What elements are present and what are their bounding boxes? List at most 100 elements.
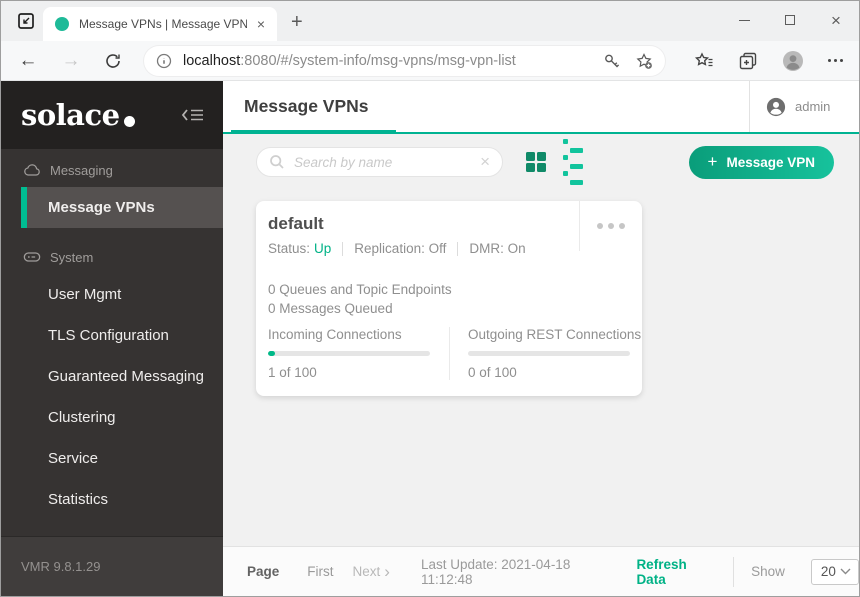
sidebar-item-user-mgmt[interactable]: User Mgmt <box>1 274 223 315</box>
page-header: Message VPNs admin <box>223 81 859 134</box>
maximize-button[interactable] <box>767 1 813 39</box>
broker-icon <box>23 252 41 262</box>
version-label: VMR 9.8.1.29 <box>21 559 101 574</box>
username-label: admin <box>795 99 831 114</box>
window-controls: × <box>721 1 859 39</box>
chevron-down-icon <box>840 568 851 575</box>
close-button[interactable]: × <box>813 1 859 39</box>
new-tab-button[interactable]: + <box>291 12 303 32</box>
browser-toolbar-icons <box>694 50 859 72</box>
forward-button: → <box>61 49 81 71</box>
divider <box>733 556 735 587</box>
next-page-button[interactable]: Next › <box>352 562 390 581</box>
incoming-connections-metric: Incoming Connections 1 of 100 <box>256 327 449 380</box>
search-icon <box>269 154 285 170</box>
solace-logo: solace <box>21 98 135 132</box>
list-view-icon[interactable] <box>563 139 583 185</box>
page-size-value: 20 <box>820 564 836 579</box>
nav-section-label: System <box>50 249 94 265</box>
back-button[interactable]: ← <box>18 50 38 72</box>
nav-section-label: Messaging <box>50 162 113 178</box>
dmr-label: DMR: On <box>469 241 526 256</box>
browser-tab-bar: Message VPNs | Message VPNs | × + × <box>1 1 859 41</box>
nav-section-messaging: Messaging <box>1 153 223 187</box>
minimize-button[interactable] <box>721 1 767 39</box>
sidebar-item-service[interactable]: Service <box>1 438 223 479</box>
sidebar-item-label: User Mgmt <box>48 286 122 303</box>
sidebar-item-tls-configuration[interactable]: TLS Configuration <box>1 315 223 356</box>
progress-bar <box>268 351 430 356</box>
first-page-button[interactable]: First <box>307 564 333 579</box>
sidebar-item-statistics[interactable]: Statistics <box>1 479 223 520</box>
sidebar-item-clustering[interactable]: Clustering <box>1 397 223 438</box>
tab-actions-menu-icon[interactable] <box>15 10 37 32</box>
show-label: Show <box>751 564 785 579</box>
vpn-card-default[interactable]: default Status: Up Replication: Off DMR:… <box>256 201 642 396</box>
sidebar-item-label: Clustering <box>48 409 116 426</box>
sidebar-version-footer: VMR 9.8.1.29 <box>1 536 223 596</box>
collapse-sidebar-icon[interactable] <box>181 106 205 124</box>
url-host: localhost <box>183 52 241 69</box>
grid-view-icon[interactable] <box>526 152 546 172</box>
add-message-vpn-button[interactable]: + Message VPN <box>688 145 834 179</box>
address-bar[interactable]: localhost:8080/#/system-info/msg-vpns/ms… <box>144 45 665 76</box>
page-label: Page <box>247 564 280 579</box>
refresh-data-link[interactable]: Refresh Data <box>636 557 706 587</box>
metric-label: Incoming Connections <box>268 327 402 342</box>
page-size-select[interactable]: 20 <box>810 558 859 585</box>
cloud-icon <box>24 164 40 176</box>
card-actions-menu-icon[interactable] <box>579 201 642 251</box>
profile-avatar-icon[interactable] <box>782 50 804 72</box>
sidebar-item-message-vpns[interactable]: Message VPNs <box>21 187 223 228</box>
password-key-icon[interactable] <box>603 52 621 70</box>
vpn-summary: 0 Queues and Topic Endpoints 0 Messages … <box>256 280 642 318</box>
browser-toolbar: ← → localhost:8080/#/system-info/msg-vpn… <box>1 41 859 81</box>
sidebar-logo-block: solace <box>1 81 223 149</box>
logo-dot <box>123 116 135 127</box>
sidebar: solace Messaging Message VPNs System Use… <box>1 81 223 596</box>
refresh-icon[interactable] <box>104 52 122 70</box>
main-panel: Message VPNs admin × <box>223 81 859 596</box>
vpn-metrics: Incoming Connections 1 of 100 Outgoing R… <box>256 327 642 380</box>
nav-section-system: System <box>1 240 223 274</box>
outgoing-rest-connections-metric: Outgoing REST Connections 0 of 100 <box>449 327 642 380</box>
status-label: Status: <box>268 241 311 256</box>
sidebar-item-guaranteed-messaging[interactable]: Guaranteed Messaging <box>1 356 223 397</box>
add-favorite-icon[interactable] <box>635 52 653 70</box>
site-info-icon[interactable] <box>156 53 172 69</box>
maximize-icon <box>785 15 795 25</box>
minimize-icon <box>738 19 750 21</box>
content-toolbar: × + Message VPN <box>256 139 859 185</box>
plus-icon: + <box>707 152 718 171</box>
clear-search-icon[interactable]: × <box>480 153 490 170</box>
url-path: :8080/#/system-info/msg-vpns/msg-vpn-lis… <box>240 52 516 69</box>
collections-icon[interactable] <box>738 51 758 71</box>
tab-close-icon[interactable]: × <box>253 16 269 32</box>
search-input[interactable] <box>294 154 481 170</box>
replication-label: Replication: Off <box>354 241 447 256</box>
settings-more-icon[interactable] <box>828 59 843 62</box>
tab-title: Message VPNs | Message VPNs | <box>79 17 247 31</box>
sidebar-item-label: Guaranteed Messaging <box>48 368 204 385</box>
content-area: × + Message VPN defaul <box>223 134 859 546</box>
search-box[interactable]: × <box>256 147 503 177</box>
divider <box>342 241 344 256</box>
sidebar-item-label: Message VPNs <box>48 199 155 216</box>
add-button-label: Message VPN <box>726 154 815 170</box>
pagination-footer: Page First Next › Last Update: 2021-04-1… <box>223 546 859 596</box>
next-label: Next <box>352 564 381 579</box>
user-menu[interactable]: admin <box>749 81 859 132</box>
sidebar-nav: Messaging Message VPNs System User Mgmt … <box>1 149 223 520</box>
messages-queued-count: 0 Messages Queued <box>268 301 393 316</box>
chevron-right-icon: › <box>384 562 390 581</box>
favorites-icon[interactable] <box>694 51 714 71</box>
metric-label: Outgoing REST Connections <box>468 327 642 342</box>
app-body: solace Messaging Message VPNs System Use… <box>1 81 859 596</box>
logo-text: solace <box>21 98 120 132</box>
browser-tab[interactable]: Message VPNs | Message VPNs | × <box>43 7 277 41</box>
metric-value: 1 of 100 <box>268 365 317 380</box>
progress-bar <box>468 351 630 356</box>
status-value: Up <box>314 241 332 256</box>
progress-fill <box>268 351 276 356</box>
url-text[interactable]: localhost:8080/#/system-info/msg-vpns/ms… <box>183 53 589 69</box>
